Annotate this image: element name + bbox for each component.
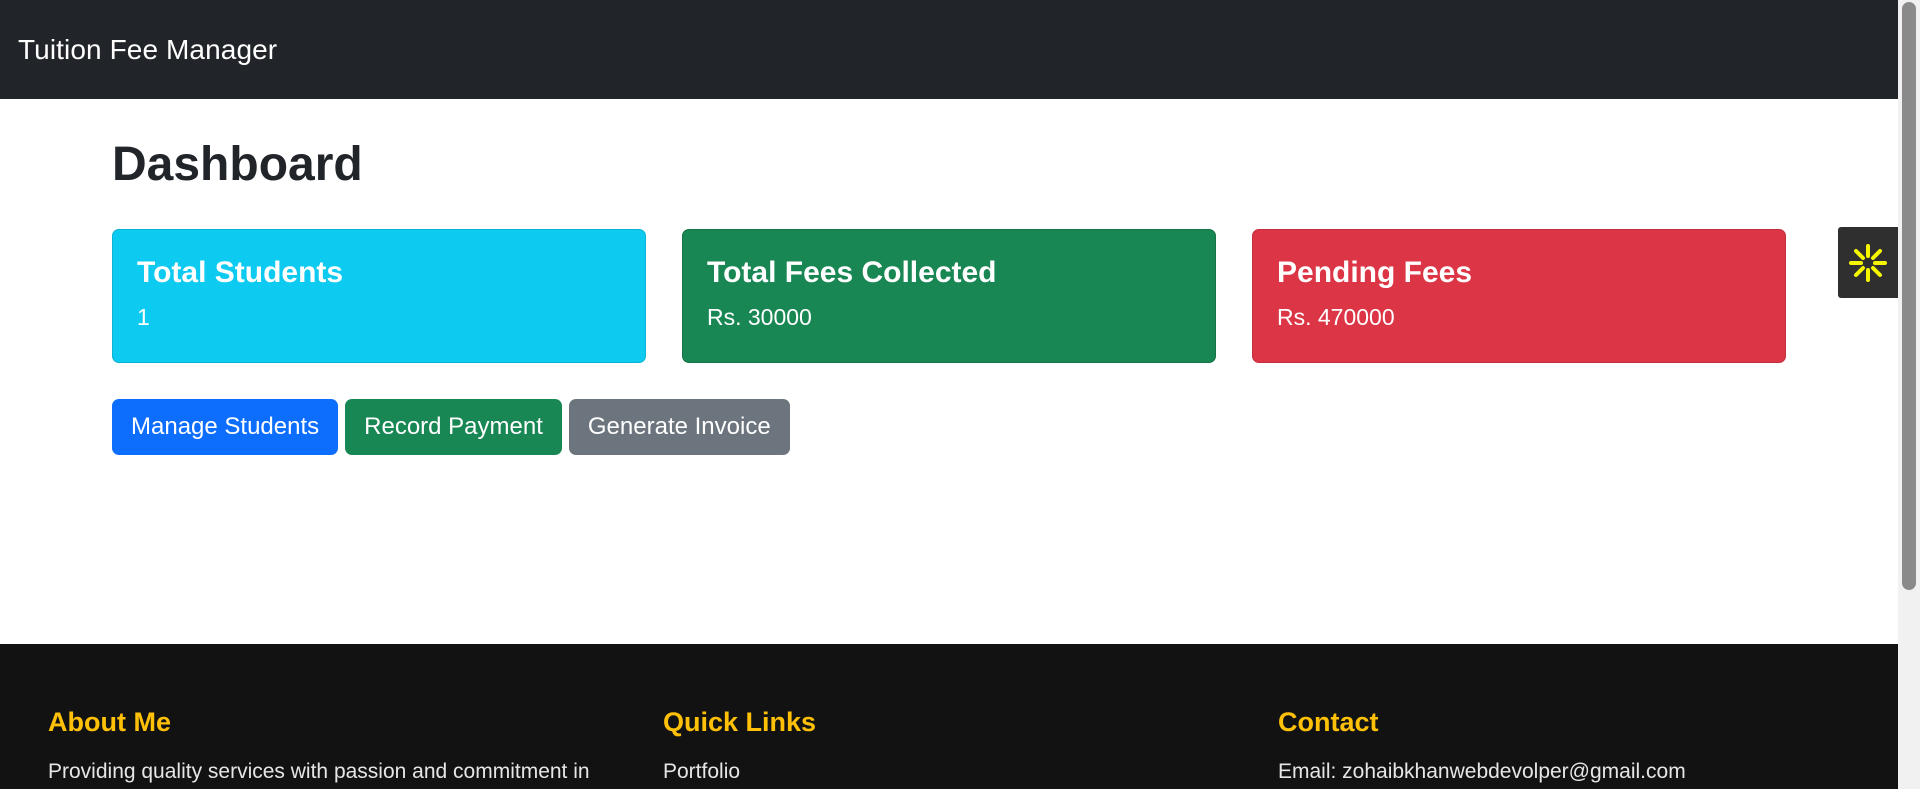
page: Tuition Fee Manager Dashboard Total Stud… bbox=[0, 0, 1920, 789]
navbar: Tuition Fee Manager bbox=[0, 0, 1898, 99]
action-buttons: Manage Students Record Payment Generate … bbox=[112, 399, 790, 455]
page-title: Dashboard bbox=[112, 138, 363, 191]
footer-links-heading: Quick Links bbox=[663, 707, 817, 737]
stat-card-total-students: Total Students 1 bbox=[112, 229, 646, 363]
stat-card-pending-fees: Pending Fees Rs. 470000 bbox=[1252, 229, 1786, 363]
footer-contact-email: Email: zohaibkhanwebdevolper@gmail.com bbox=[1278, 760, 1686, 783]
footer-about: About Me Providing quality services with… bbox=[48, 644, 590, 784]
main-content: Dashboard Total Students 1 Total Fees Co… bbox=[112, 99, 1786, 455]
floating-widget-button[interactable] bbox=[1838, 227, 1898, 298]
scrollbar-thumb[interactable] bbox=[1902, 2, 1916, 590]
record-payment-button[interactable]: Record Payment bbox=[345, 399, 562, 455]
footer-link-portfolio[interactable]: Portfolio bbox=[663, 760, 816, 784]
navbar-brand[interactable]: Tuition Fee Manager bbox=[18, 34, 277, 66]
footer: About Me Providing quality services with… bbox=[0, 644, 1898, 789]
stat-value: Rs. 30000 bbox=[707, 304, 812, 330]
stat-card-total-fees-collected: Total Fees Collected Rs. 30000 bbox=[682, 229, 1216, 363]
stat-value: 1 bbox=[137, 304, 150, 330]
footer-about-text: Providing quality services with passion … bbox=[48, 760, 590, 783]
stat-title: Total Students bbox=[137, 256, 344, 289]
sparkle-icon bbox=[1849, 243, 1887, 282]
stat-title: Total Fees Collected bbox=[707, 256, 997, 289]
vertical-scrollbar[interactable] bbox=[1898, 0, 1920, 789]
footer-contact-heading: Contact bbox=[1278, 707, 1379, 737]
generate-invoice-button[interactable]: Generate Invoice bbox=[568, 399, 790, 455]
footer-contact: Contact Email: zohaibkhanwebdevolper@gma… bbox=[1278, 644, 1686, 784]
footer-quick-links: Quick Links Portfolio bbox=[663, 644, 816, 784]
footer-about-heading: About Me bbox=[48, 707, 171, 737]
stats-row: Total Students 1 Total Fees Collected Rs… bbox=[112, 229, 1786, 363]
manage-students-button[interactable]: Manage Students bbox=[112, 399, 339, 455]
stat-title: Pending Fees bbox=[1277, 256, 1473, 289]
stat-value: Rs. 470000 bbox=[1277, 304, 1395, 330]
